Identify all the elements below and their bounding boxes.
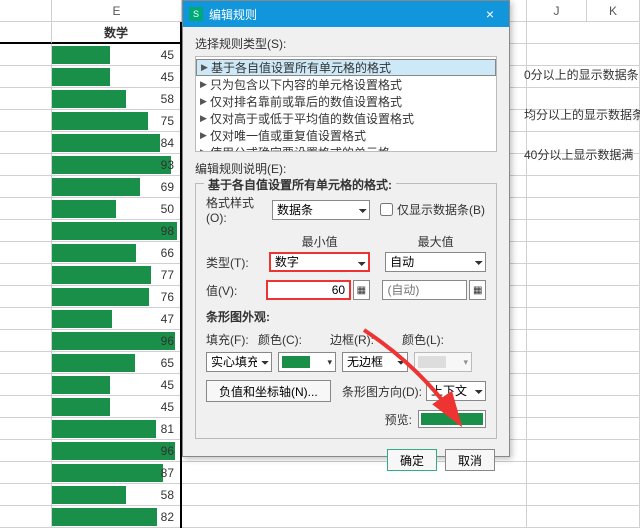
bar-dir-select[interactable]: 上下文	[426, 381, 486, 401]
border-label: 边框(R):	[330, 331, 402, 348]
preview-swatch	[418, 410, 486, 428]
ok-button[interactable]: 确定	[387, 449, 437, 471]
data-cell[interactable]: 58	[52, 484, 182, 506]
ref-picker-max-icon[interactable]: ▦	[469, 280, 486, 300]
edit-rule-dialog: S 编辑规则 × 选择规则类型(S): ▶基于各自值设置所有单元格的格式▶只为包…	[182, 0, 510, 457]
col-header-j[interactable]: J	[527, 0, 587, 21]
data-cell[interactable]: 58	[52, 88, 182, 110]
edit-rule-desc-label: 编辑规则说明(E):	[195, 160, 497, 177]
neg-axis-button[interactable]: 负值和坐标轴(N)...	[206, 380, 331, 402]
bar-dir-label: 条形图方向(D):	[342, 383, 422, 400]
rule-type-list[interactable]: ▶基于各自值设置所有单元格的格式▶只为包含以下内容的单元格设置格式▶仅对排名靠前…	[195, 56, 497, 152]
data-cell[interactable]: 45	[52, 396, 182, 418]
data-cell[interactable]: 75	[52, 110, 182, 132]
data-cell[interactable]: 82	[52, 506, 182, 528]
color-swatch[interactable]: ▾	[278, 352, 336, 372]
close-icon[interactable]: ×	[477, 6, 503, 22]
value-min-input[interactable]	[266, 280, 351, 300]
note-text-2: 均分以上的显示数据条	[524, 106, 640, 123]
fill-label: 填充(F):	[206, 331, 258, 348]
format-style-select[interactable]: 数据条	[272, 200, 370, 220]
data-cell[interactable]: 96	[52, 330, 182, 352]
rule-type-item[interactable]: ▶使用公式确定要设置格式的单元格	[196, 144, 496, 152]
rule-type-item[interactable]: ▶基于各自值设置所有单元格的格式	[196, 59, 496, 76]
format-style-label: 格式样式(O):	[206, 194, 272, 225]
col-gutter	[0, 0, 52, 21]
data-cell[interactable]: 47	[52, 308, 182, 330]
format-group: 基于各自值设置所有单元格的格式: 格式样式(O): 数据条 仅显示数据条(B) …	[195, 183, 497, 439]
data-cell[interactable]: 87	[52, 462, 182, 484]
data-cell[interactable]: 81	[52, 418, 182, 440]
data-cell[interactable]: 98	[52, 220, 182, 242]
color2-swatch[interactable]: ▾	[414, 352, 472, 372]
app-icon: S	[189, 7, 203, 21]
math-header: 数学	[52, 22, 182, 44]
bar-appearance-label: 条形图外观:	[206, 308, 486, 325]
select-rule-type-label: 选择规则类型(S):	[195, 35, 497, 52]
col-header-e[interactable]: E	[52, 0, 182, 21]
rule-type-item[interactable]: ▶仅对排名靠前或靠后的数值设置格式	[196, 93, 496, 110]
type-min-select[interactable]: 数字	[269, 252, 370, 272]
fill-select[interactable]: 实心填充	[206, 352, 272, 372]
border-select[interactable]: 无边框	[342, 352, 408, 372]
cancel-button[interactable]: 取消	[445, 449, 495, 471]
data-cell[interactable]: 45	[52, 66, 182, 88]
ref-picker-min-icon[interactable]: ▦	[353, 280, 370, 300]
min-col-header: 最小值	[269, 233, 370, 250]
data-cell[interactable]: 45	[52, 44, 182, 66]
preview-label: 预览:	[385, 411, 412, 428]
data-cell[interactable]: 96	[52, 440, 182, 462]
data-cell[interactable]: 69	[52, 176, 182, 198]
title-bar[interactable]: S 编辑规则 ×	[183, 1, 509, 27]
show-bar-only-label: 仅显示数据条(B)	[397, 201, 485, 218]
data-cell[interactable]: 76	[52, 286, 182, 308]
dialog-title: 编辑规则	[209, 6, 477, 23]
color-label: 颜色(C):	[258, 331, 330, 348]
type-row-label: 类型(T):	[206, 254, 269, 271]
data-cell[interactable]: 84	[52, 132, 182, 154]
color2-label: 颜色(L):	[402, 331, 444, 348]
group-title: 基于各自值设置所有单元格的格式:	[204, 176, 396, 193]
col-header-k[interactable]: K	[587, 0, 640, 21]
show-bar-only-checkbox[interactable]	[380, 203, 393, 216]
value-row-label: 值(V):	[206, 282, 266, 299]
data-cell[interactable]: 77	[52, 264, 182, 286]
max-col-header: 最大值	[385, 233, 486, 250]
data-cell[interactable]: 50	[52, 198, 182, 220]
data-cell[interactable]: 66	[52, 242, 182, 264]
rule-type-item[interactable]: ▶仅对唯一值或重复值设置格式	[196, 127, 496, 144]
data-cell[interactable]: 65	[52, 352, 182, 374]
note-text-1: 0分以上的显示数据条	[524, 66, 639, 83]
data-cell[interactable]: 45	[52, 374, 182, 396]
note-text-3: 40分以上显示数据满	[524, 146, 633, 163]
rule-type-item[interactable]: ▶仅对高于或低于平均值的数值设置格式	[196, 110, 496, 127]
data-cell[interactable]: 93	[52, 154, 182, 176]
value-max-input	[382, 280, 467, 300]
type-max-select[interactable]: 自动	[385, 252, 486, 272]
rule-type-item[interactable]: ▶只为包含以下内容的单元格设置格式	[196, 76, 496, 93]
